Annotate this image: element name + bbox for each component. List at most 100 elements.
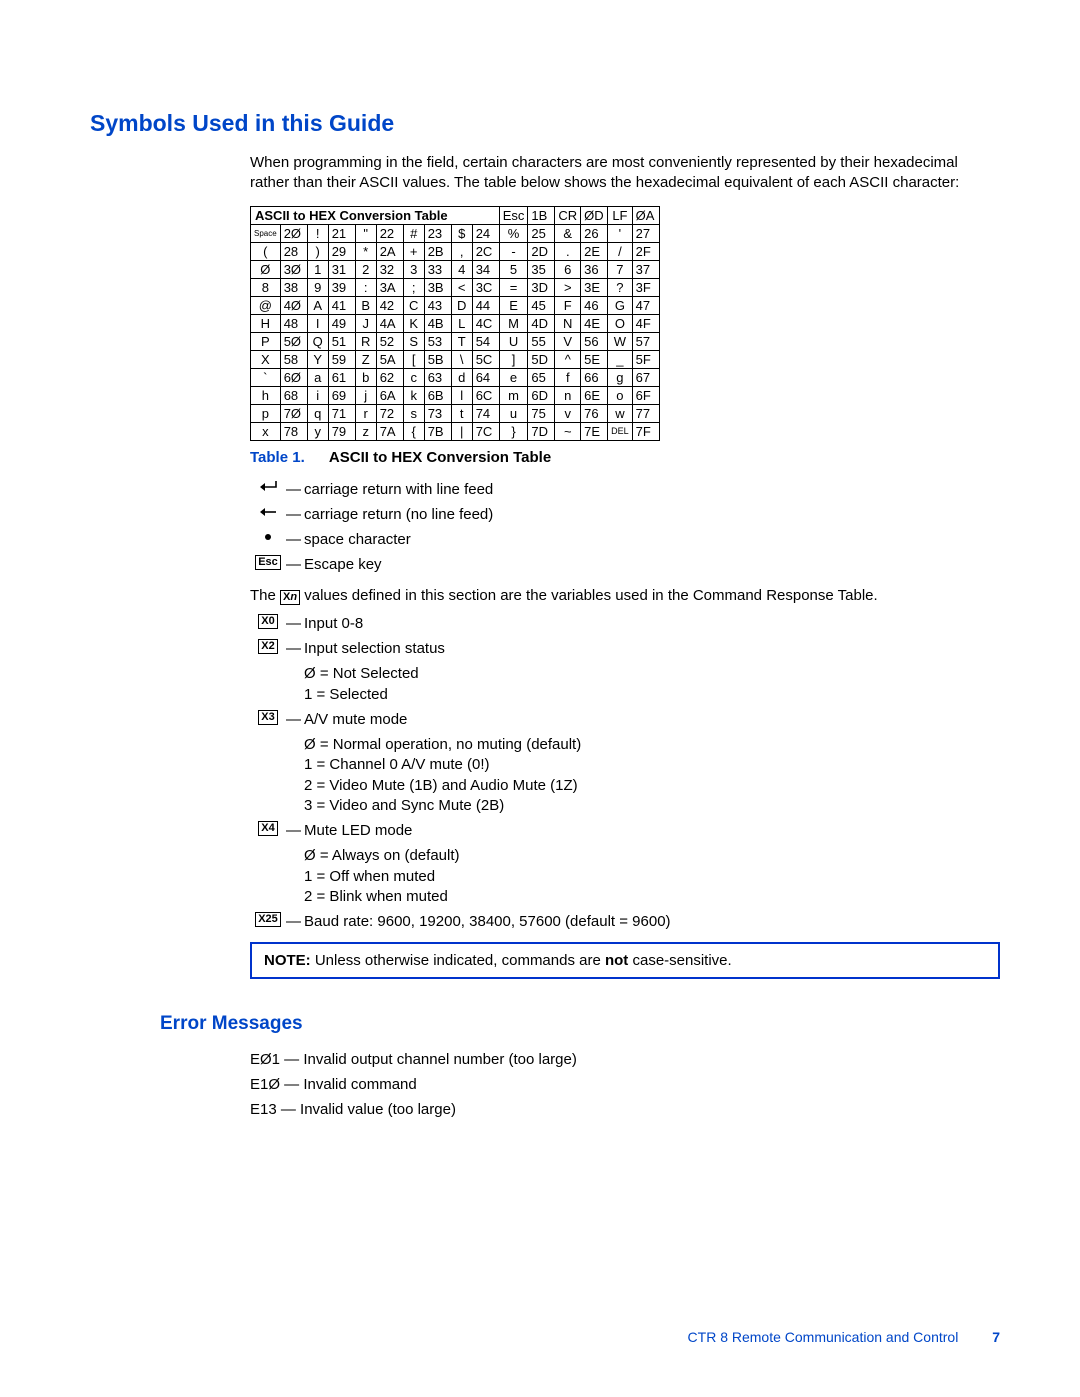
ascii-cell-hex: 57: [632, 332, 659, 350]
ascii-cell-hex: 31: [328, 260, 355, 278]
ascii-cell-char: (: [251, 242, 281, 260]
variable-subline: 2 = Video Mute (1B) and Audio Mute (1Z): [304, 776, 1000, 796]
ascii-cell-char: [: [403, 350, 424, 368]
ascii-cell-char: P: [251, 332, 281, 350]
ascii-cell-hex: 22: [376, 224, 403, 242]
xn-badge: Xn: [280, 590, 300, 605]
variable-subline: Ø = Not Selected: [304, 664, 1000, 684]
note-box: NOTE: Unless otherwise indicated, comman…: [250, 942, 1000, 979]
dash: —: [286, 614, 304, 634]
ascii-cell-char: k: [403, 386, 424, 404]
ascii-cell-char: X: [251, 350, 281, 368]
ascii-cell-char: ): [307, 242, 328, 260]
ascii-cell-hex: 7Ø: [280, 404, 307, 422]
ascii-cell-char: n: [555, 386, 581, 404]
ascii-cell-char: K: [403, 314, 424, 332]
error-row: E13 — Invalid value (too large): [250, 1099, 1000, 1120]
intro-paragraph: When programming in the field, certain c…: [250, 153, 1000, 194]
ascii-cell-char: Y: [307, 350, 328, 368]
variable-desc: Mute LED mode: [304, 821, 1000, 841]
ascii-cell-char: -: [499, 242, 528, 260]
ascii-table-title: ASCII to HEX Conversion Table: [251, 206, 500, 224]
ascii-cell-hex: 5E: [581, 350, 608, 368]
ascii-cell-char: x: [251, 422, 281, 440]
ascii-cell-char: H: [251, 314, 281, 332]
dash: —: [286, 710, 304, 730]
note-label: NOTE:: [264, 952, 311, 969]
ascii-cell-hex: 67: [632, 368, 659, 386]
ascii-cell-char: j: [355, 386, 376, 404]
ascii-cell-hex: 79: [328, 422, 355, 440]
heading-symbols: Symbols Used in this Guide: [90, 110, 1000, 137]
variable-subline: 3 = Video and Sync Mute (2B): [304, 796, 1000, 816]
table-caption: Table 1. ASCII to HEX Conversion Table: [250, 449, 1000, 466]
ascii-cell-hex: 65: [528, 368, 555, 386]
ascii-cell-hex: 3E: [581, 278, 608, 296]
ascii-cell-char: u: [499, 404, 528, 422]
ascii-cell-hex: 6D: [528, 386, 555, 404]
variable-badge: X0: [258, 614, 277, 629]
variable-badge: X2: [258, 639, 277, 654]
ascii-cell-hex: 5Ø: [280, 332, 307, 350]
ascii-cell-char: I: [307, 314, 328, 332]
ascii-cell-char: V: [555, 332, 581, 350]
ascii-cell-char: {: [403, 422, 424, 440]
ascii-cell-char: DEL: [608, 422, 633, 440]
symbol-legend: —carriage return with line feed—carriage…: [250, 480, 1000, 576]
ascii-cell-char: +: [403, 242, 424, 260]
dash: —: [286, 530, 304, 550]
ascii-cell-hex: 2B: [424, 242, 451, 260]
ascii-cell-char: _: [608, 350, 633, 368]
variable-desc: Input 0-8: [304, 614, 1000, 634]
ascii-cell-hex: 27: [632, 224, 659, 242]
variable-sublist: Ø = Not Selected1 = Selected: [304, 664, 1000, 705]
ascii-cell-hex: 1B: [528, 206, 555, 224]
ascii-cell-char: S: [403, 332, 424, 350]
ascii-cell-char: g: [608, 368, 633, 386]
variable-desc: Baud rate: 9600, 19200, 38400, 57600 (de…: [304, 912, 1000, 932]
ascii-cell-hex: 4A: [376, 314, 403, 332]
ascii-cell-hex: 47: [632, 296, 659, 314]
ascii-cell-hex: 48: [280, 314, 307, 332]
ascii-cell-hex: 68: [280, 386, 307, 404]
ascii-cell-char: Esc: [499, 206, 528, 224]
carriage-return-icon: [256, 505, 280, 519]
ascii-cell-hex: 46: [581, 296, 608, 314]
ascii-cell-hex: 75: [528, 404, 555, 422]
error-row: E1Ø — Invalid command: [250, 1074, 1000, 1095]
variable-row: X0 —Input 0-8: [250, 614, 1000, 634]
ascii-cell-char: p: [251, 404, 281, 422]
dash: —: [286, 912, 304, 932]
ascii-cell-char: W: [608, 332, 633, 350]
note-text-pre: Unless otherwise indicated, commands are: [315, 952, 605, 969]
ascii-cell-char: l: [451, 386, 472, 404]
carriage-return-lf-icon: [256, 480, 280, 494]
page-footer: CTR 8 Remote Communication and Control 7: [688, 1329, 1000, 1345]
heading-errors: Error Messages: [160, 1013, 1000, 1035]
variable-row: X4—Mute LED mode: [250, 821, 1000, 841]
ascii-cell-char: ]: [499, 350, 528, 368]
variable-subline: Ø = Normal operation, no muting (default…: [304, 735, 1000, 755]
ascii-cell-char: #: [403, 224, 424, 242]
ascii-cell-hex: 44: [472, 296, 499, 314]
ascii-cell-char: 5: [499, 260, 528, 278]
ascii-cell-char: M: [499, 314, 528, 332]
ascii-cell-hex: 4B: [424, 314, 451, 332]
symbol-icon-slot: Esc: [250, 555, 286, 570]
ascii-cell-hex: 7A: [376, 422, 403, 440]
ascii-cell-hex: 56: [581, 332, 608, 350]
variable-badge-slot: X2: [250, 639, 286, 654]
ascii-cell-char: 1: [307, 260, 328, 278]
symbol-legend-row: Esc—Escape key: [250, 555, 1000, 575]
ascii-cell-hex: 7D: [528, 422, 555, 440]
variable-definitions: X0—Input 0-8X2—Input selection statusØ =…: [250, 614, 1000, 933]
variable-badge-slot: X0: [250, 614, 286, 629]
ascii-cell-hex: 3Ø: [280, 260, 307, 278]
ascii-cell-hex: 43: [424, 296, 451, 314]
ascii-cell-hex: 6B: [424, 386, 451, 404]
xn-post: values defined in this section are the v…: [300, 587, 878, 604]
ascii-cell-char: i: [307, 386, 328, 404]
ascii-cell-char: B: [355, 296, 376, 314]
ascii-cell-char: LF: [608, 206, 633, 224]
variable-badge-slot: X25: [250, 912, 286, 927]
